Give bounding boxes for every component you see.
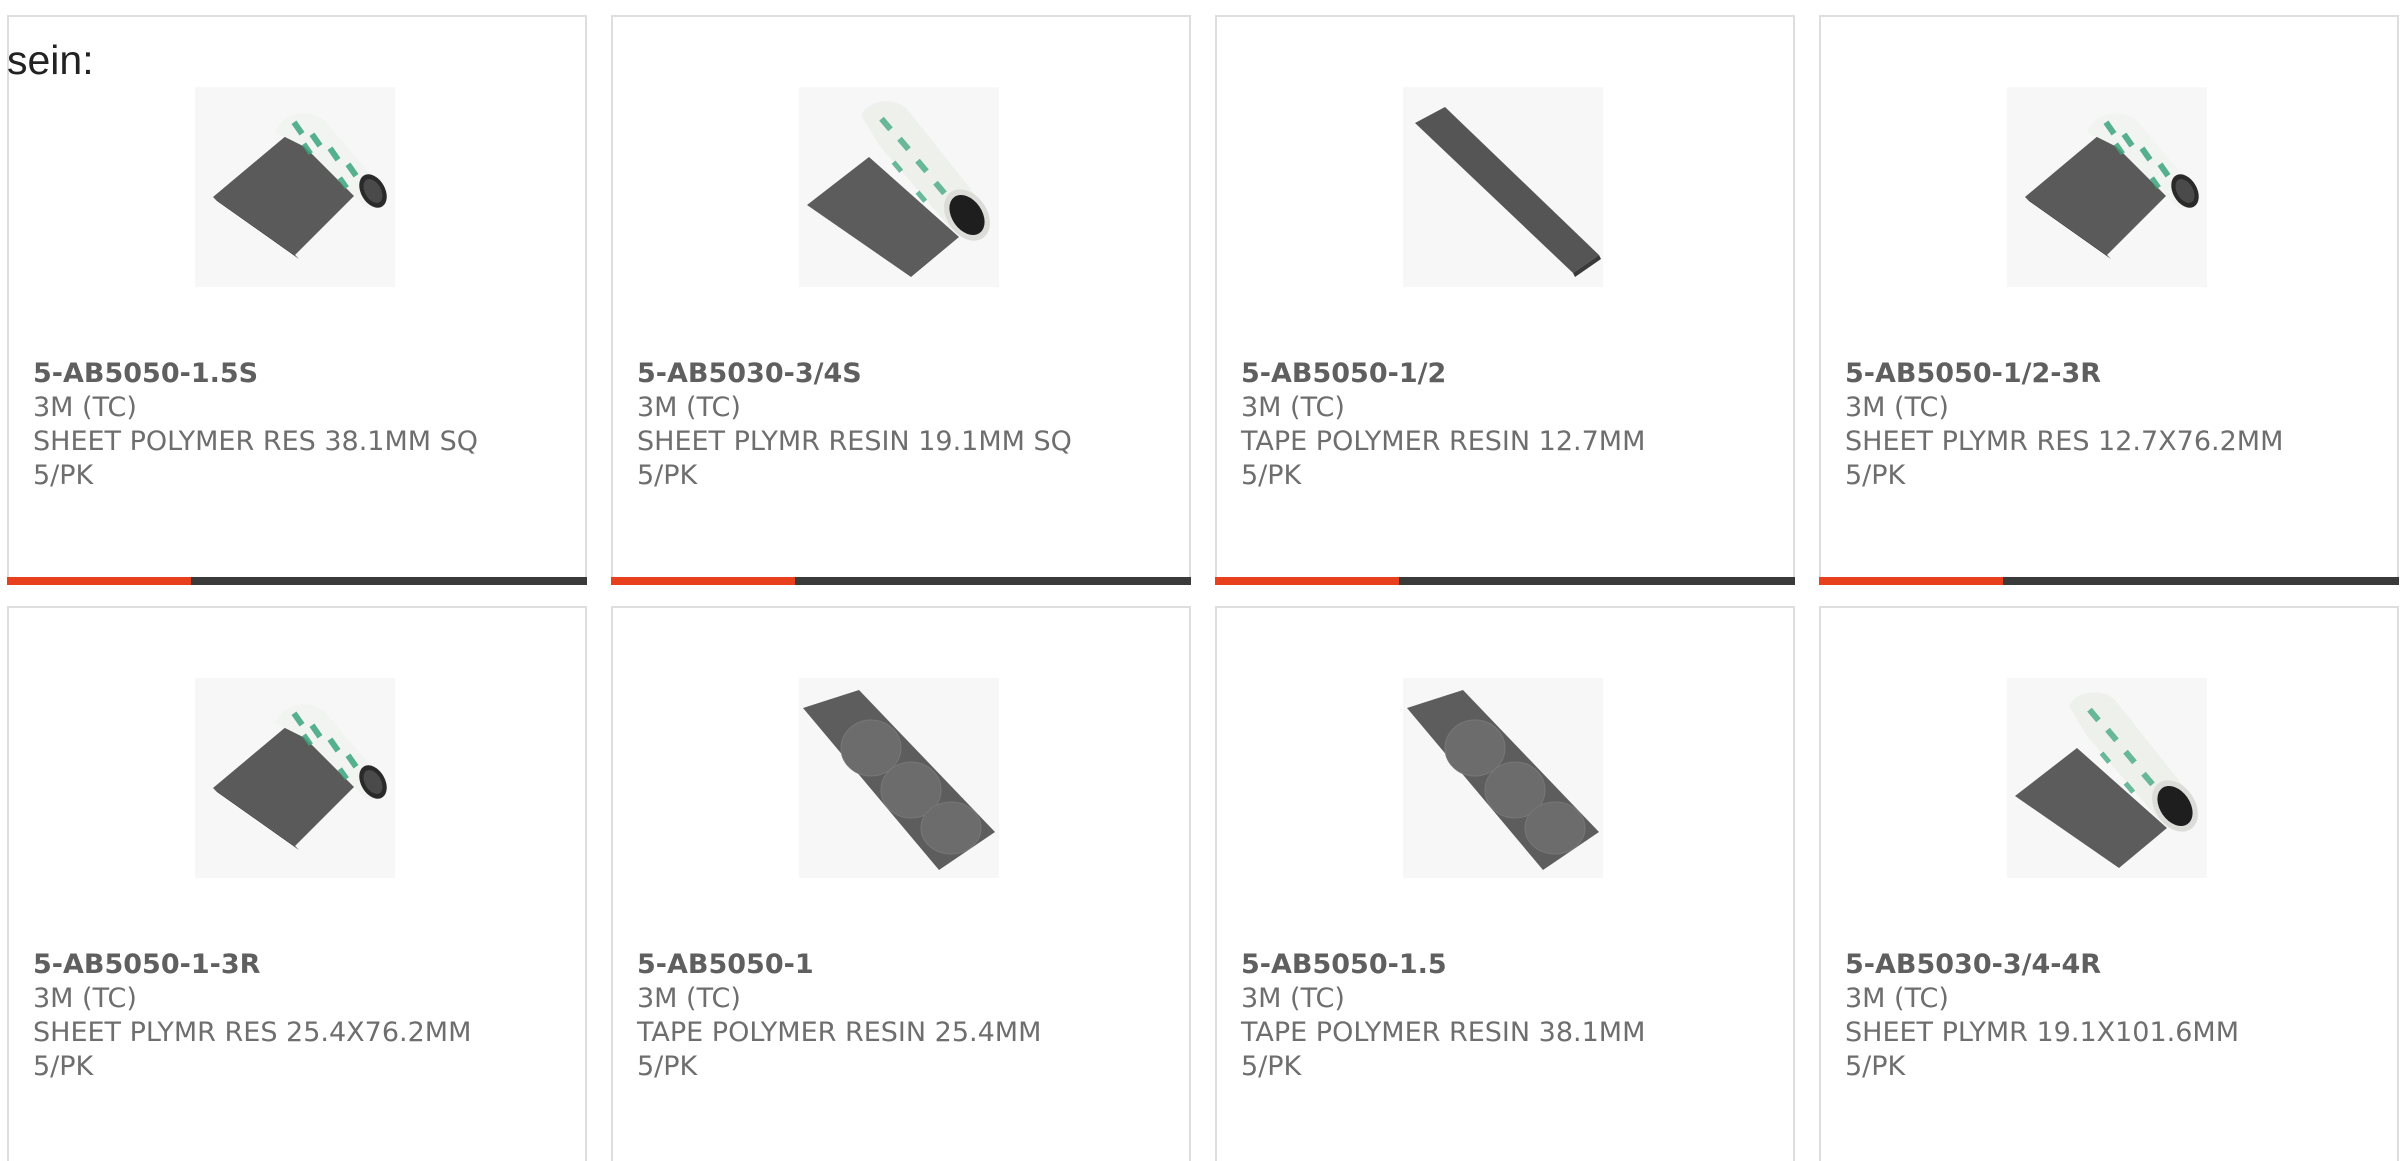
brand: 3M (TC) xyxy=(1241,392,1345,423)
description: SHEET PLYMR RES 25.4X76.2MM xyxy=(33,1017,472,1048)
roll-sheet-illustration xyxy=(213,113,387,259)
product-image[interactable] xyxy=(1403,678,1603,878)
product-info: 5-AB5050-1.5S 3M (TC) SHEET POLYMER RES … xyxy=(33,357,569,493)
card-bottom-bar xyxy=(1819,577,2399,585)
product-info: 5-AB5050-1-3R 3M (TC) SHEET PLYMR RES 25… xyxy=(33,948,569,1084)
description: TAPE POLYMER RESIN 25.4MM xyxy=(637,1017,1042,1048)
product-card[interactable]: 5-AB5050-1 3M (TC) TAPE POLYMER RESIN 25… xyxy=(611,606,1191,1161)
tape-strip-illustration xyxy=(1415,107,1601,277)
pack-size: 5/PK xyxy=(1845,1051,1906,1082)
brand: 3M (TC) xyxy=(33,392,137,423)
part-number[interactable]: 5-AB5050-1 xyxy=(637,948,1173,982)
product-card[interactable]: 5-AB5050-1-3R 3M (TC) SHEET PLYMR RES 25… xyxy=(7,606,587,1161)
product-card[interactable]: 5-AB5050-1/2-3R 3M (TC) SHEET PLYMR RES … xyxy=(1819,15,2399,585)
card-accent xyxy=(611,577,795,585)
part-number[interactable]: 5-AB5030-3/4-4R xyxy=(1845,948,2381,982)
product-card[interactable]: 5-AB5030-3/4-4R 3M (TC) SHEET PLYMR 19.1… xyxy=(1819,606,2399,1161)
part-number[interactable]: 5-AB5050-1.5S xyxy=(33,357,569,391)
card-accent xyxy=(1215,577,1399,585)
brand: 3M (TC) xyxy=(1845,392,1949,423)
card-accent xyxy=(7,577,191,585)
roll-sheet-illustration xyxy=(213,704,387,850)
part-number[interactable]: 5-AB5050-1/2 xyxy=(1241,357,1777,391)
brand: 3M (TC) xyxy=(1845,983,1949,1014)
pack-size: 5/PK xyxy=(637,460,698,491)
roll-tube-illustration xyxy=(2015,692,2198,868)
pack-size: 5/PK xyxy=(33,1051,94,1082)
product-card[interactable]: 5-AB5050-1.5S 3M (TC) SHEET POLYMER RES … xyxy=(7,15,587,585)
card-bottom-bar xyxy=(1215,577,1795,585)
product-info: 5-AB5050-1/2 3M (TC) TAPE POLYMER RESIN … xyxy=(1241,357,1777,493)
tape-dots-illustration xyxy=(803,690,995,870)
product-info: 5-AB5050-1/2-3R 3M (TC) SHEET PLYMR RES … xyxy=(1845,357,2381,493)
description: SHEET PLYMR RESIN 19.1MM SQ xyxy=(637,426,1072,457)
roll-tube-illustration xyxy=(807,101,990,277)
description: SHEET POLYMER RES 38.1MM SQ xyxy=(33,426,479,457)
description: SHEET PLYMR RES 12.7X76.2MM xyxy=(1845,426,2284,457)
brand: 3M (TC) xyxy=(1241,983,1345,1014)
product-image[interactable] xyxy=(1403,87,1603,287)
intro-text: sein: xyxy=(7,37,94,83)
brand: 3M (TC) xyxy=(33,983,137,1014)
product-info: 5-AB5030-3/4S 3M (TC) SHEET PLYMR RESIN … xyxy=(637,357,1173,493)
product-info: 5-AB5050-1.5 3M (TC) TAPE POLYMER RESIN … xyxy=(1241,948,1777,1084)
roll-sheet-illustration xyxy=(2025,113,2199,259)
tape-dots-illustration xyxy=(1407,690,1599,870)
product-image[interactable] xyxy=(799,87,999,287)
part-number[interactable]: 5-AB5050-1-3R xyxy=(33,948,569,982)
card-bottom-bar xyxy=(611,577,1191,585)
brand: 3M (TC) xyxy=(637,983,741,1014)
brand: 3M (TC) xyxy=(637,392,741,423)
card-bottom-bar xyxy=(7,577,587,585)
part-number[interactable]: 5-AB5030-3/4S xyxy=(637,357,1173,391)
pack-size: 5/PK xyxy=(1241,1051,1302,1082)
pack-size: 5/PK xyxy=(1241,460,1302,491)
pack-size: 5/PK xyxy=(1845,460,1906,491)
product-image[interactable] xyxy=(195,678,395,878)
part-number[interactable]: 5-AB5050-1.5 xyxy=(1241,948,1777,982)
part-number[interactable]: 5-AB5050-1/2-3R xyxy=(1845,357,2381,391)
product-card[interactable]: 5-AB5050-1.5 3M (TC) TAPE POLYMER RESIN … xyxy=(1215,606,1795,1161)
product-info: 5-AB5030-3/4-4R 3M (TC) SHEET PLYMR 19.1… xyxy=(1845,948,2381,1084)
description: TAPE POLYMER RESIN 12.7MM xyxy=(1241,426,1646,457)
product-card[interactable]: 5-AB5030-3/4S 3M (TC) SHEET PLYMR RESIN … xyxy=(611,15,1191,585)
product-image[interactable] xyxy=(2007,678,2207,878)
product-image[interactable] xyxy=(799,678,999,878)
description: TAPE POLYMER RESIN 38.1MM xyxy=(1241,1017,1646,1048)
product-image[interactable] xyxy=(2007,87,2207,287)
description: SHEET PLYMR 19.1X101.6MM xyxy=(1845,1017,2240,1048)
pack-size: 5/PK xyxy=(33,460,94,491)
product-info: 5-AB5050-1 3M (TC) TAPE POLYMER RESIN 25… xyxy=(637,948,1173,1084)
product-image[interactable] xyxy=(195,87,395,287)
product-card[interactable]: 5-AB5050-1/2 3M (TC) TAPE POLYMER RESIN … xyxy=(1215,15,1795,585)
card-accent xyxy=(1819,577,2003,585)
pack-size: 5/PK xyxy=(637,1051,698,1082)
product-grid: 5-AB5050-1.5S 3M (TC) SHEET POLYMER RES … xyxy=(7,15,2400,1161)
